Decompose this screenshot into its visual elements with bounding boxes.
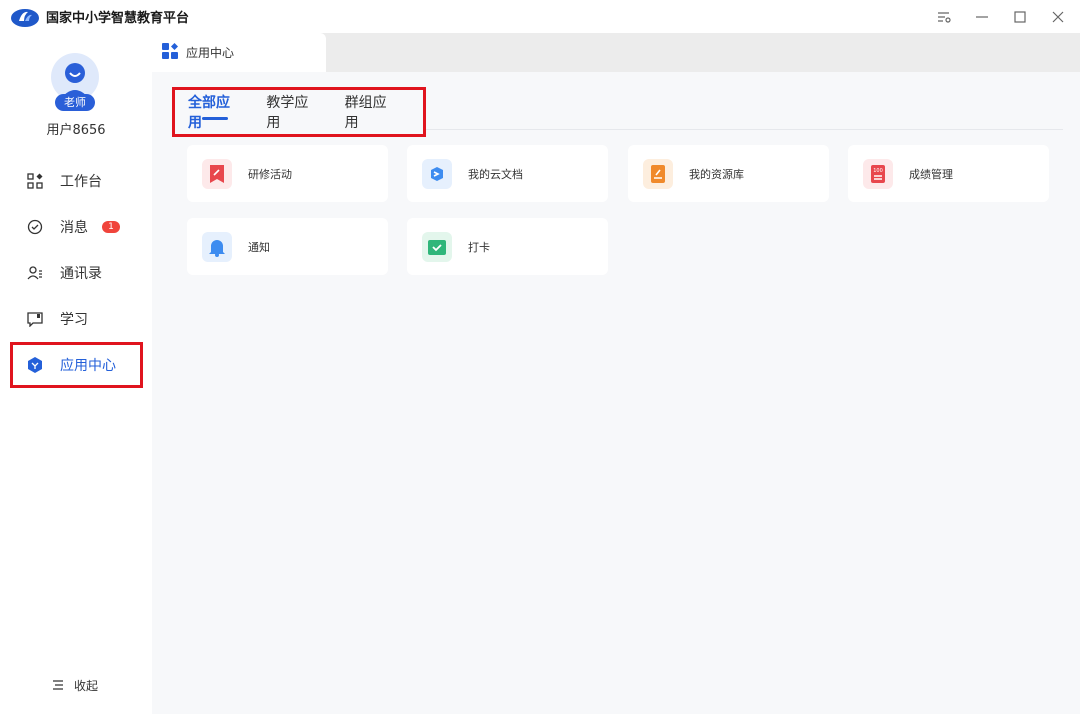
- title-bar: 国家中小学智慧教育平台: [0, 0, 1080, 33]
- tab-group-apps[interactable]: 群组应用: [345, 92, 395, 132]
- sidebar-item-study[interactable]: 学习: [10, 296, 143, 342]
- app-card-cloud-docs[interactable]: 我的云文档: [407, 145, 608, 202]
- tab-app-center[interactable]: 应用中心: [152, 33, 326, 72]
- resource-icon: [643, 158, 673, 189]
- page-tab-strip: 应用中心: [152, 33, 1080, 72]
- app-title: 国家中小学智慧教育平台: [46, 11, 190, 26]
- app-label: 成绩管理: [909, 167, 953, 181]
- workbench-icon: [26, 172, 44, 190]
- sidebar-item-contacts[interactable]: 通讯录: [10, 250, 143, 296]
- app-center-icon: [26, 356, 44, 374]
- sidebar-item-label: 应用中心: [60, 358, 116, 374]
- score-icon: 100: [863, 158, 893, 189]
- grid-apps-icon: [162, 43, 178, 62]
- collapse-button[interactable]: 收起: [52, 677, 98, 694]
- sidebar-item-label: 消息: [60, 220, 88, 236]
- app-card-research[interactable]: 研修活动: [187, 145, 388, 202]
- main-area: 应用中心 全部应用 教学应用 群组应用 研修活动 我的云文档 我的资源库 100…: [152, 33, 1080, 714]
- bookmark-icon: [202, 158, 232, 189]
- sidebar-item-app-center[interactable]: 应用中心: [10, 342, 143, 388]
- app-center-content: 全部应用 教学应用 群组应用 研修活动 我的云文档 我的资源库 100 成绩管理…: [152, 72, 1080, 714]
- app-label: 我的云文档: [468, 167, 523, 181]
- cloud-doc-icon: [422, 158, 452, 189]
- sidebar: 老师 用户8656 工作台 消息 1 通讯录 学习 应用中心 收起: [0, 33, 152, 714]
- sidebar-item-label: 通讯录: [60, 266, 102, 282]
- sidebar-item-workbench[interactable]: 工作台: [10, 158, 143, 204]
- minimize-icon[interactable]: [974, 9, 990, 25]
- app-card-notice[interactable]: 通知: [187, 218, 388, 275]
- unread-badge: 1: [102, 221, 120, 233]
- collapse-label: 收起: [74, 679, 99, 693]
- sidebar-item-label: 学习: [60, 312, 88, 328]
- settings-filter-icon[interactable]: [936, 9, 952, 25]
- maximize-icon[interactable]: [1012, 9, 1028, 25]
- sidebar-item-label: 工作台: [60, 174, 102, 190]
- username: 用户8656: [46, 123, 106, 138]
- contacts-icon: [26, 264, 44, 282]
- app-card-grades[interactable]: 100 成绩管理: [848, 145, 1049, 202]
- app-label: 我的资源库: [689, 167, 744, 181]
- category-tabs: 全部应用 教学应用 群组应用: [172, 87, 426, 137]
- study-icon: [26, 310, 44, 328]
- role-badge: 老师: [55, 94, 95, 111]
- divider: [426, 129, 1063, 130]
- bell-icon: [202, 231, 232, 262]
- check-in-icon: [422, 231, 452, 262]
- tab-teaching-apps[interactable]: 教学应用: [266, 92, 316, 132]
- menu-collapse-icon: [52, 679, 64, 693]
- page-tab-label: 应用中心: [186, 46, 235, 60]
- svg-text:100: 100: [873, 168, 883, 174]
- sidebar-item-messages[interactable]: 消息 1: [10, 204, 143, 250]
- platform-logo-icon: [10, 6, 40, 28]
- app-card-resources[interactable]: 我的资源库: [628, 145, 829, 202]
- message-icon: [26, 218, 44, 236]
- app-label: 打卡: [468, 240, 490, 254]
- app-label: 研修活动: [248, 167, 292, 181]
- tab-all-apps[interactable]: 全部应用: [188, 92, 238, 132]
- app-label: 通知: [248, 240, 270, 254]
- app-card-check-in[interactable]: 打卡: [407, 218, 608, 275]
- close-icon[interactable]: [1050, 9, 1066, 25]
